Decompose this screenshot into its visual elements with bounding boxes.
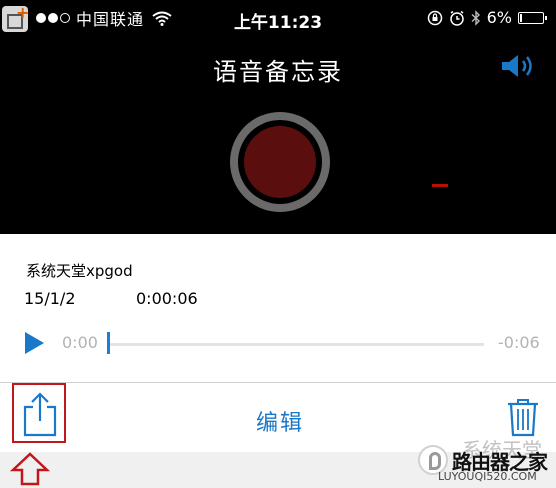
waveform-level-indicator <box>432 184 448 187</box>
bluetooth-icon <box>471 9 480 26</box>
remaining-time: -0:06 <box>498 333 540 352</box>
edit-button[interactable]: 编辑 <box>256 405 304 437</box>
battery-percent: 6% <box>486 8 512 27</box>
record-button[interactable] <box>230 112 330 212</box>
recording-date: 15/1/2 <box>24 289 76 308</box>
status-right: 6% <box>427 8 547 27</box>
page-title: 语音备忘录 <box>213 58 343 86</box>
recording-detail: 系统天堂xpgod 15/1/2 0:00:06 0:00 -0:06 <box>0 234 556 382</box>
status-bar: 中国联通 上午11:23 6% <box>0 0 556 36</box>
record-button-core <box>244 126 316 198</box>
battery-icon <box>518 11 547 24</box>
rotation-lock-icon <box>427 10 442 25</box>
play-icon[interactable] <box>22 331 46 355</box>
alarm-icon <box>449 10 464 26</box>
playback-scrubber[interactable] <box>108 343 484 346</box>
share-highlight-box <box>12 383 66 443</box>
up-arrow-annotation-icon <box>10 452 50 486</box>
share-icon[interactable] <box>20 391 60 437</box>
trash-icon[interactable] <box>506 397 540 437</box>
recording-name[interactable]: 系统天堂xpgod <box>26 260 133 281</box>
current-time: 0:00 <box>62 333 98 352</box>
speaker-icon[interactable] <box>500 52 538 80</box>
recorder-panel: 中国联通 上午11:23 6% <box>0 0 556 234</box>
watermark-site: LUYOUQI520.COM <box>438 470 537 483</box>
scrubber-handle[interactable] <box>107 332 110 354</box>
recording-duration: 0:00:06 <box>136 289 198 308</box>
